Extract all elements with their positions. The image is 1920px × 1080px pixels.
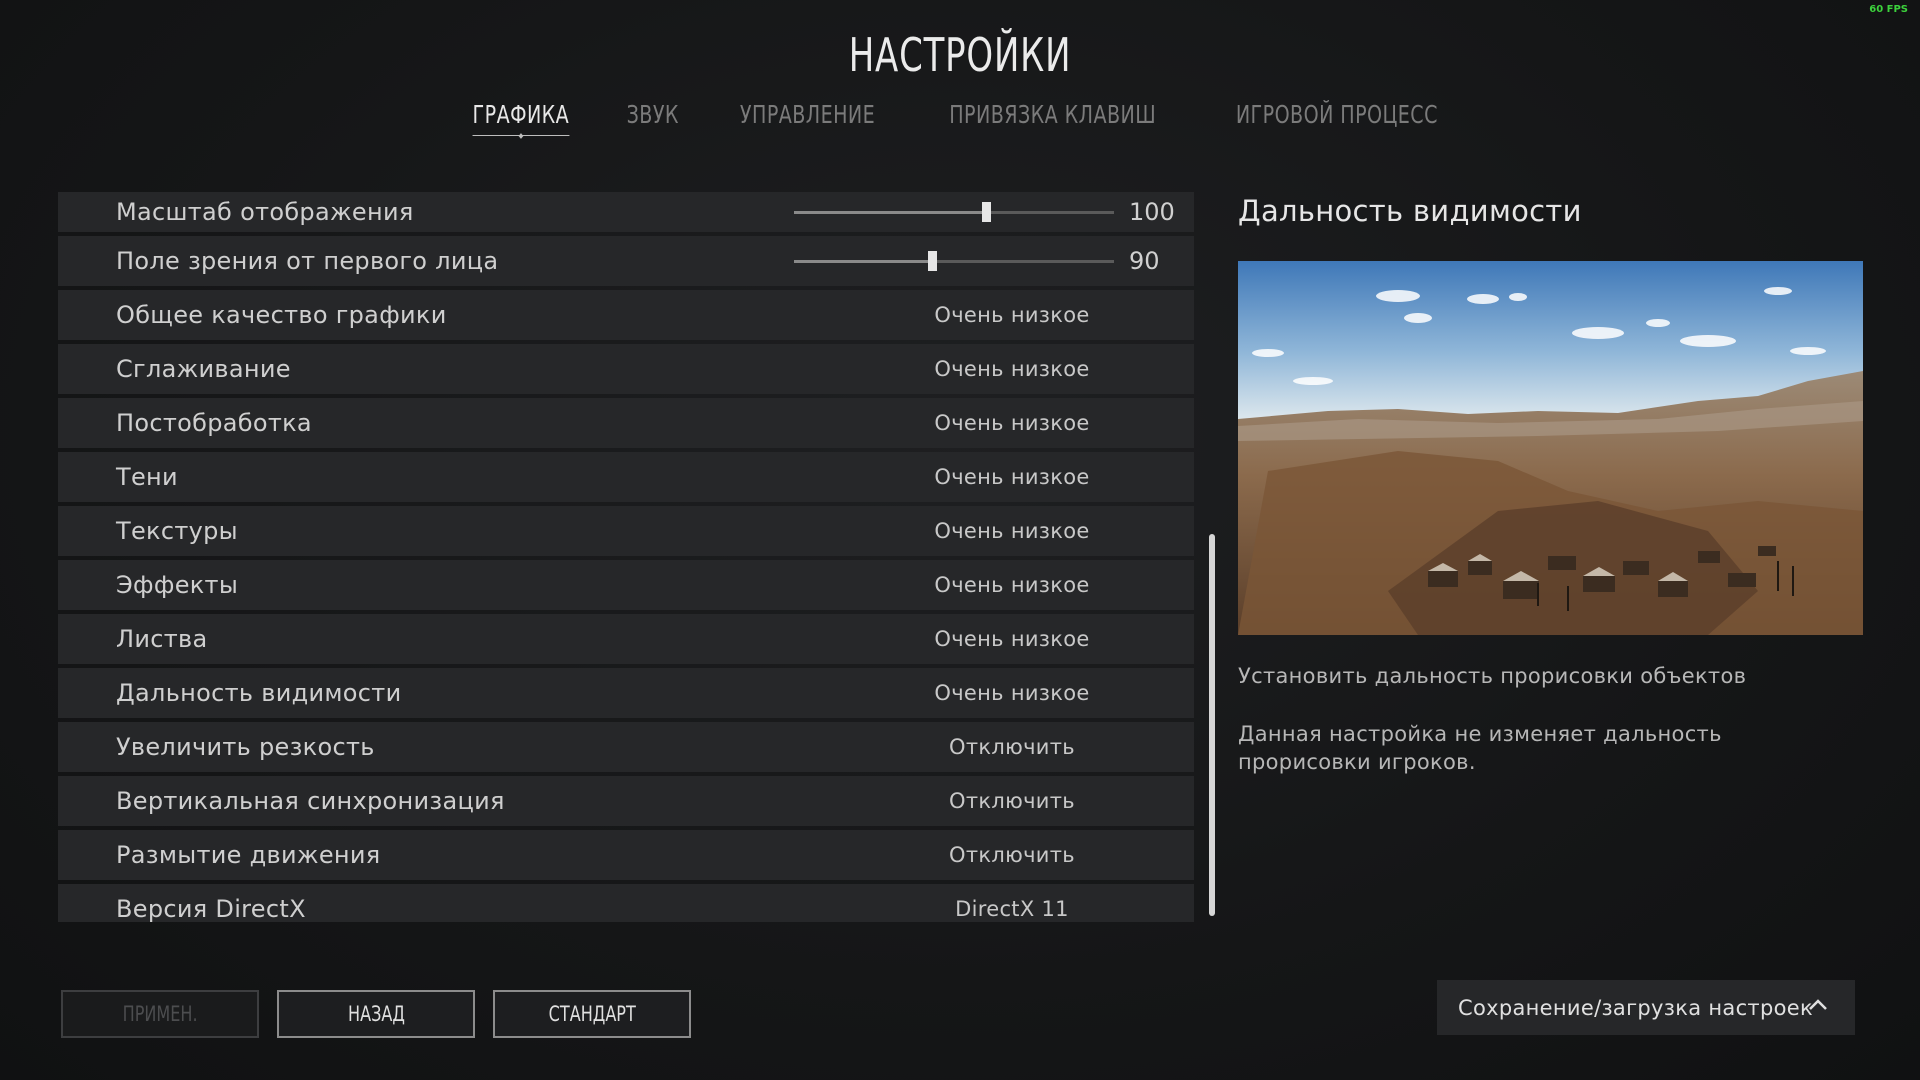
setting-row-postprocessing[interactable]: Постобработка Очень низкое	[58, 398, 1194, 448]
settings-tabs: ГРАФИКА ЗВУК УПРАВЛЕНИЕ ПРИВЯЗКА КЛАВИШ …	[0, 100, 1920, 136]
setting-value: Очень низкое	[934, 411, 1090, 435]
detail-description: Установить дальность прорисовки объектов	[1238, 664, 1747, 688]
setting-row-fov[interactable]: Поле зрения от первого лица 90	[58, 236, 1194, 286]
setting-row-effects[interactable]: Эффекты Очень низкое	[58, 560, 1194, 610]
save-load-dropdown[interactable]: Сохранение/загрузка настроек	[1437, 980, 1855, 1035]
tab-controls[interactable]: УПРАВЛЕНИЕ	[739, 100, 874, 129]
setting-row-overall-quality[interactable]: Общее качество графики Очень низкое	[58, 290, 1194, 340]
back-button-label: НАЗАД	[347, 1002, 405, 1026]
settings-scrollbar[interactable]	[1209, 192, 1215, 916]
landscape-illustration	[1238, 261, 1863, 635]
setting-label: Поле зрения от первого лица	[116, 247, 499, 275]
setting-row-shadows[interactable]: Тени Очень низкое	[58, 452, 1194, 502]
setting-value: Очень низкое	[934, 303, 1090, 327]
setting-label: Листва	[116, 625, 208, 653]
slider-value: 90	[1129, 247, 1160, 275]
page-title: НАСТРОЙКИ	[848, 28, 1072, 82]
slider-fill	[794, 211, 986, 214]
setting-row-antialiasing[interactable]: Сглаживание Очень низкое	[58, 344, 1194, 394]
apply-button[interactable]: ПРИМЕН.	[61, 990, 259, 1038]
slider-fill	[794, 260, 932, 263]
slider-value: 100	[1129, 198, 1175, 226]
setting-value: Очень низкое	[934, 519, 1090, 543]
setting-row-directx[interactable]: Версия DirectX DirectX 11	[58, 884, 1194, 922]
tab-gameplay[interactable]: ИГРОВОЙ ПРОЦЕСС	[1236, 100, 1438, 129]
slider-thumb[interactable]	[927, 251, 937, 271]
setting-value: Очень низкое	[934, 465, 1090, 489]
setting-row-foliage[interactable]: Листва Очень низкое	[58, 614, 1194, 664]
setting-value: Отключить	[949, 843, 1075, 867]
setting-label: Увеличить резкость	[116, 733, 375, 761]
back-button[interactable]: НАЗАД	[277, 990, 475, 1038]
fov-slider[interactable]	[794, 251, 1114, 271]
tab-graphics[interactable]: ГРАФИКА	[472, 100, 570, 136]
setting-value: Очень низкое	[934, 627, 1090, 651]
save-load-label: Сохранение/загрузка настроек	[1458, 995, 1813, 1020]
tab-keybindings[interactable]: ПРИВЯЗКА КЛАВИШ	[949, 100, 1156, 129]
scrollbar-thumb[interactable]	[1209, 534, 1215, 916]
default-button-label: СТАНДАРТ	[548, 1002, 636, 1026]
setting-row-display-scale[interactable]: Масштаб отображения 100	[58, 192, 1194, 232]
settings-list: Масштаб отображения 100 Поле зрения от п…	[58, 192, 1194, 922]
setting-value: Очень низкое	[934, 357, 1090, 381]
setting-value: Очень низкое	[934, 681, 1090, 705]
preview-image	[1238, 261, 1863, 635]
default-button[interactable]: СТАНДАРТ	[493, 990, 691, 1038]
detail-note: Данная настройка не изменяет дальность п…	[1238, 722, 1722, 774]
fps-counter: 60 FPS	[1869, 4, 1908, 15]
setting-label: Тени	[116, 463, 178, 491]
setting-label: Эффекты	[116, 571, 239, 599]
setting-row-motion-blur[interactable]: Размытие движения Отключить	[58, 830, 1194, 880]
setting-label: Дальность видимости	[116, 679, 402, 707]
detail-title: Дальность видимости	[1238, 194, 1582, 228]
tab-sound[interactable]: ЗВУК	[627, 100, 679, 129]
setting-row-vsync[interactable]: Вертикальная синхронизация Отключить	[58, 776, 1194, 826]
setting-label: Версия DirectX	[116, 895, 306, 922]
setting-value: Очень низкое	[934, 573, 1090, 597]
setting-label: Текстуры	[116, 517, 238, 545]
setting-value: DirectX 11	[955, 897, 1069, 921]
chevron-up-icon	[1809, 999, 1827, 1010]
setting-row-sharpen[interactable]: Увеличить резкость Отключить	[58, 722, 1194, 772]
setting-label: Общее качество графики	[116, 301, 447, 329]
display-scale-slider[interactable]	[794, 202, 1114, 222]
slider-thumb[interactable]	[982, 202, 991, 222]
setting-label: Размытие движения	[116, 841, 381, 869]
setting-value: Отключить	[949, 735, 1075, 759]
setting-label: Сглаживание	[116, 355, 291, 383]
setting-row-textures[interactable]: Текстуры Очень низкое	[58, 506, 1194, 556]
apply-button-label: ПРИМЕН.	[122, 1002, 198, 1026]
setting-value: Отключить	[949, 789, 1075, 813]
setting-label: Постобработка	[116, 409, 312, 437]
setting-row-view-distance[interactable]: Дальность видимости Очень низкое	[58, 668, 1194, 718]
setting-label: Вертикальная синхронизация	[116, 787, 505, 815]
setting-label: Масштаб отображения	[116, 198, 414, 226]
